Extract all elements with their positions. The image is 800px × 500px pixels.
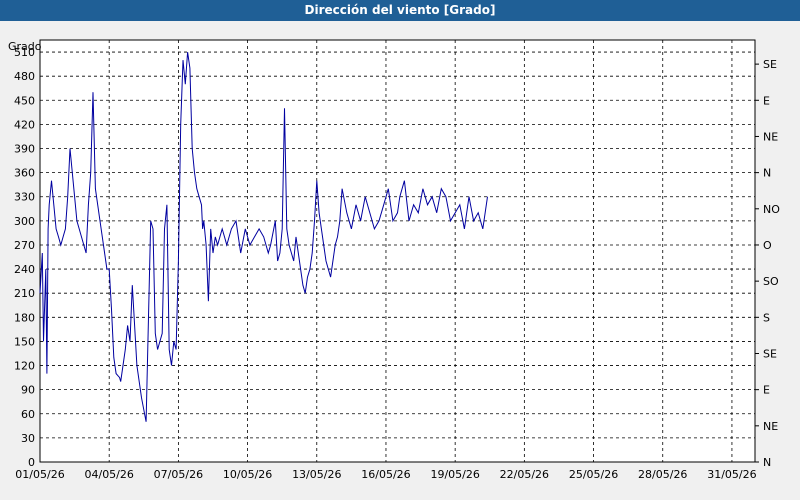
right-tick-label: O xyxy=(763,239,772,252)
plot-area xyxy=(39,39,756,463)
x-tick-label: 28/05/26 xyxy=(638,468,687,481)
right-tick-label: NO xyxy=(763,203,780,216)
right-tick-label: N xyxy=(763,167,771,180)
x-tick-label: 07/05/26 xyxy=(154,468,203,481)
x-tick-label: 13/05/26 xyxy=(292,468,341,481)
right-tick-label: E xyxy=(763,384,770,397)
y-tick-label: 270 xyxy=(14,239,35,252)
chart-canvas: Grado 0306090120150180210240270300330360… xyxy=(8,39,780,481)
y-tick-label: 330 xyxy=(14,191,35,204)
chart-window: Dirección del viento [Grado] Grado 0 30 60… xyxy=(0,0,800,500)
right-tick-label: S xyxy=(763,311,770,324)
y-tick-label: 480 xyxy=(14,70,35,83)
y-tick-label: 390 xyxy=(14,143,35,156)
right-tick-label: SO xyxy=(763,275,779,288)
left-y-ticks: 0306090120150180210240270300330360390420… xyxy=(14,46,35,469)
x-tick-label: 01/05/26 xyxy=(15,468,64,481)
y-tick-label: 120 xyxy=(14,360,35,373)
y-tick-label: 450 xyxy=(14,94,35,107)
right-y-ticks: N NE E SE S SO O NO N NE E SE xyxy=(755,58,780,469)
y-tick-label: 420 xyxy=(14,118,35,131)
y-tick-label: 240 xyxy=(14,263,35,276)
x-tick-label: 22/05/26 xyxy=(500,468,549,481)
right-tick-label: SE xyxy=(763,58,777,71)
right-tick-label: NE xyxy=(763,420,778,433)
y-tick-label: 180 xyxy=(14,311,35,324)
y-tick-label: 510 xyxy=(14,46,35,59)
right-tick-label: NE xyxy=(763,130,778,143)
x-ticks: 01/05/26 04/05/26 07/05/26 10/05/26 13/05/26… xyxy=(15,468,756,481)
right-tick-label: E xyxy=(763,94,770,107)
y-tick-label: 210 xyxy=(14,287,35,300)
x-tick-label: 25/05/26 xyxy=(569,468,618,481)
x-tick-label: 31/05/26 xyxy=(707,468,756,481)
right-tick-label: N xyxy=(763,456,771,469)
y-tick-label: 60 xyxy=(21,408,35,421)
x-tick-label: 16/05/26 xyxy=(361,468,410,481)
x-tick-label: 19/05/26 xyxy=(430,468,479,481)
y-tick-label: 360 xyxy=(14,167,35,180)
right-tick-label: SE xyxy=(763,347,777,360)
y-tick-label: 30 xyxy=(21,432,35,445)
y-tick-label: 300 xyxy=(14,215,35,228)
y-tick-label: 90 xyxy=(21,384,35,397)
y-tick-label: 150 xyxy=(14,335,35,348)
x-tick-label: 10/05/26 xyxy=(223,468,272,481)
x-tick-label: 04/05/26 xyxy=(84,468,133,481)
